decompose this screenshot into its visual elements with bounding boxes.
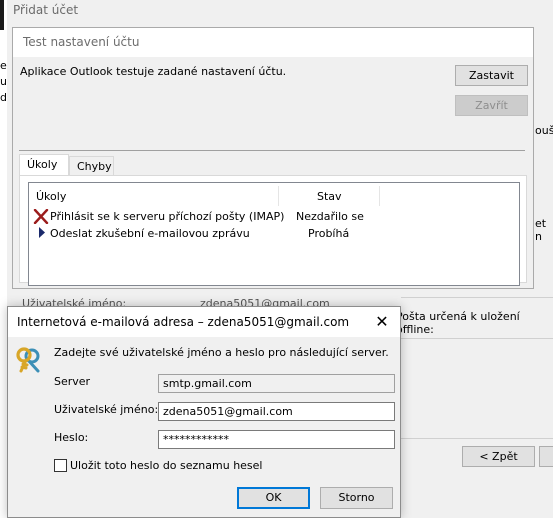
tab-errors[interactable]: Chyby [69,156,114,176]
column-divider [379,186,380,206]
x-error-icon [33,208,49,225]
cancel-button[interactable]: Storno [320,487,393,509]
save-password-checkbox[interactable] [54,459,67,472]
prompt-text: Zadejte své uživatelské jméno a heslo pr… [54,346,389,359]
arrow-right-icon [38,227,46,238]
password-label: Heslo: [54,431,89,444]
task-name: Přihlásit se k serveru příchozí pošty (I… [50,210,285,223]
back-button[interactable]: < Zpět [462,446,535,467]
bg-char: d [0,91,7,104]
ok-button[interactable]: OK [237,487,310,509]
background-text-fragment: et n [535,217,547,243]
dialog-title: Test nastavení účtu [23,35,140,49]
column-header-tasks[interactable]: Úkoly [36,190,66,203]
next-button-partial[interactable] [539,446,553,467]
credentials-dialog: Internetová e-mailová adresa – zdena5051… [7,306,401,518]
close-icon[interactable]: ✕ [370,311,394,333]
dialog-body: Aplikace Outlook testuje zadané nastaven… [13,57,533,288]
close-button[interactable]: Zavřít [455,95,528,116]
password-field[interactable]: ************ [158,430,395,449]
task-list[interactable]: Úkoly Stav Přihlásit se k serveru přícho… [28,182,520,286]
username-field[interactable]: zdena5051@gmail.com [158,402,395,421]
bg-char: e [0,59,7,72]
dialog-title: Internetová e-mailová adresa – zdena5051… [17,315,350,329]
background-left-text: e u d [0,58,7,106]
column-divider [278,186,279,206]
test-settings-dialog: Test nastavení účtu Aplikace Outlook tes… [12,27,534,289]
column-header-status[interactable]: Stav [317,190,342,203]
background-text-fragment: oušt [535,124,553,137]
dialog-titlebar: Internetová e-mailová adresa – zdena5051… [8,307,400,337]
task-status: Nezdařilo se [296,210,364,223]
tab-panel: Úkoly Stav Přihlásit se k serveru přícho… [19,175,527,286]
bg-username-label: Uživatelské jméno: [22,297,127,306]
separator [19,150,525,151]
stop-button[interactable]: Zastavit [455,65,528,86]
background-divider [401,438,553,439]
tab-tasks[interactable]: Úkoly [19,154,69,176]
bg-username-value: zdena5051@gmail.com [200,297,330,306]
server-field: smtp.gmail.com [158,374,395,393]
task-status: Probíhá [308,227,350,240]
task-name: Odeslat zkušební e-mailovou zprávu [50,227,250,240]
save-password-label[interactable]: Uložit toto heslo do seznamu hesel [70,459,262,472]
test-description: Aplikace Outlook testuje zadané nastaven… [20,65,287,78]
background-divider [401,297,553,298]
username-label: Uživatelské jméno: [54,403,159,416]
bg-char: u [0,75,7,88]
background-divider [401,338,553,339]
taskbar-fragment [0,0,4,30]
server-label: Server [54,375,91,388]
offline-mail-label: Pošta určená k uložení offline: [396,310,520,336]
keys-icon [14,344,44,374]
background-window-title: Přidat účet [13,3,79,17]
